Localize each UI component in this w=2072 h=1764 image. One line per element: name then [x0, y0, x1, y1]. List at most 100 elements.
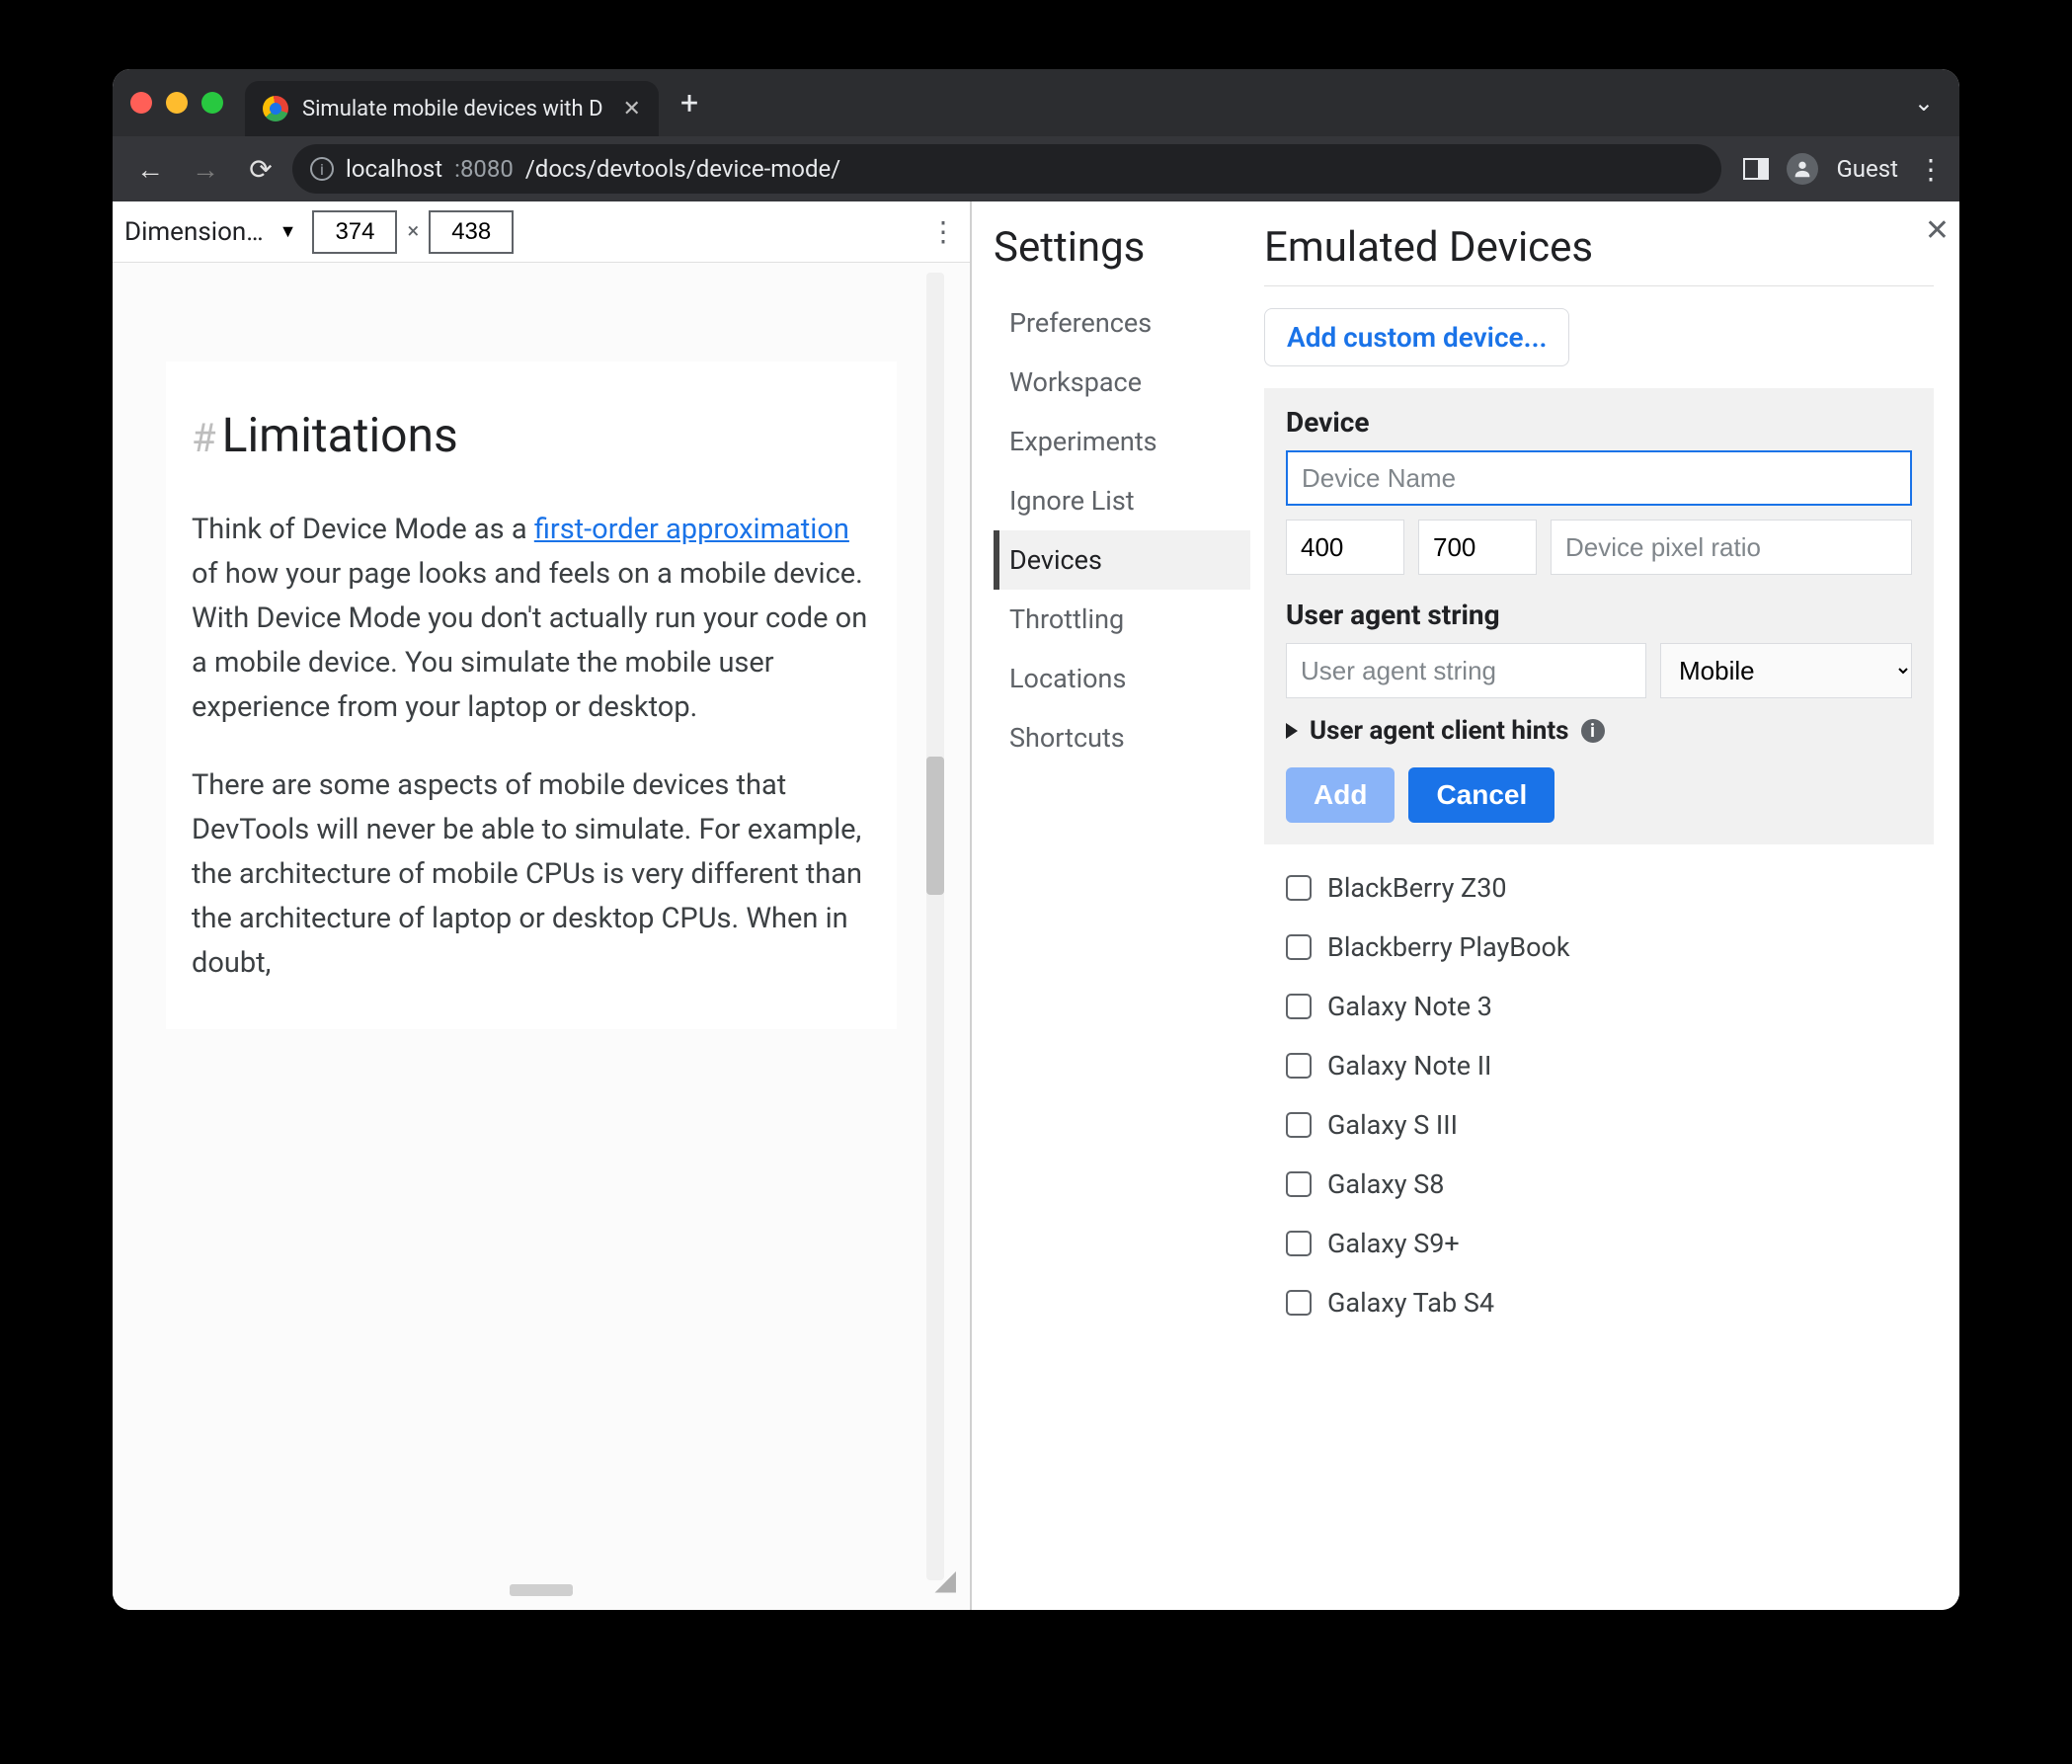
dimensions-label: Dimension…: [124, 217, 264, 247]
height-input[interactable]: [429, 210, 514, 254]
device-list-item[interactable]: Galaxy Note II: [1286, 1036, 1912, 1095]
device-list-item[interactable]: Galaxy S8: [1286, 1155, 1912, 1214]
new-tab-button[interactable]: +: [680, 87, 698, 119]
checkbox-icon[interactable]: [1286, 1112, 1312, 1138]
device-list-item[interactable]: Galaxy S III: [1286, 1095, 1912, 1155]
reload-button[interactable]: ⟳: [237, 145, 284, 193]
profile-avatar-icon[interactable]: [1787, 153, 1818, 185]
device-list: BlackBerry Z30 Blackberry PlayBook Galaxy …: [1264, 844, 1934, 1346]
url-path: /docs/devtools/device-mode/: [525, 155, 840, 183]
device-list-item-label: BlackBerry Z30: [1327, 872, 1507, 904]
device-list-item-label: Galaxy S III: [1327, 1109, 1458, 1141]
titlebar: Simulate mobile devices with D ✕ + ⌄: [113, 69, 1959, 136]
checkbox-icon[interactable]: [1286, 1171, 1312, 1197]
anchor-hash-icon: #: [192, 415, 216, 461]
devtools-settings-panel: Settings PreferencesWorkspaceExperiments…: [972, 201, 1959, 1610]
device-width-input[interactable]: [1286, 520, 1404, 575]
checkbox-icon[interactable]: [1286, 934, 1312, 960]
settings-item-locations[interactable]: Locations: [994, 649, 1250, 708]
device-section-label: Device: [1286, 406, 1912, 439]
device-toolbar: Dimension… ▼ × ⋮: [113, 201, 970, 263]
checkbox-icon[interactable]: [1286, 1053, 1312, 1079]
dimensions-separator: ×: [407, 219, 419, 244]
traffic-lights: [130, 92, 223, 114]
close-tab-icon[interactable]: ✕: [623, 97, 641, 121]
add-button[interactable]: Add: [1286, 767, 1395, 823]
checkbox-icon[interactable]: [1286, 875, 1312, 901]
device-height-input[interactable]: [1418, 520, 1537, 575]
tab-title: Simulate mobile devices with D: [302, 97, 603, 121]
settings-item-workspace[interactable]: Workspace: [994, 353, 1250, 412]
dimensions-dropdown-icon[interactable]: ▼: [279, 221, 297, 242]
resize-corner-icon[interactable]: ◢: [934, 1564, 956, 1596]
close-window-icon[interactable]: [130, 92, 152, 114]
cancel-button[interactable]: Cancel: [1408, 767, 1554, 823]
tabs-overflow-icon[interactable]: ⌄: [1914, 89, 1934, 117]
user-agent-type-select[interactable]: Mobile: [1660, 643, 1912, 698]
maximize-window-icon[interactable]: [201, 92, 223, 114]
paragraph: Think of Device Mode as a first-order ap…: [192, 508, 871, 730]
device-list-item-label: Galaxy Note II: [1327, 1050, 1491, 1082]
profile-label: Guest: [1836, 155, 1898, 183]
device-list-item-label: Galaxy S9+: [1327, 1228, 1460, 1259]
back-button[interactable]: ←: [126, 145, 174, 193]
ua-client-hints-label: User agent client hints: [1310, 716, 1569, 746]
chrome-favicon-icon: [263, 96, 288, 121]
settings-item-devices[interactable]: Devices: [994, 530, 1250, 590]
site-info-icon[interactable]: i: [310, 157, 334, 181]
device-list-item-label: Galaxy Note 3: [1327, 991, 1492, 1022]
forward-button[interactable]: →: [182, 145, 229, 193]
device-form: Device User agent string Mobile: [1264, 388, 1934, 844]
device-mode-pane: Dimension… ▼ × ⋮ #Limitations Think of D…: [113, 201, 972, 1610]
checkbox-icon[interactable]: [1286, 994, 1312, 1019]
close-settings-icon[interactable]: ✕: [1925, 213, 1950, 248]
minimize-window-icon[interactable]: [166, 92, 188, 114]
add-custom-device-button[interactable]: Add custom device...: [1264, 308, 1569, 366]
device-list-item-label: Galaxy Tab S4: [1327, 1287, 1494, 1319]
checkbox-icon[interactable]: [1286, 1231, 1312, 1256]
page-content: #Limitations Think of Device Mode as a f…: [166, 361, 897, 1029]
settings-item-experiments[interactable]: Experiments: [994, 412, 1250, 471]
device-list-item[interactable]: Galaxy S9+: [1286, 1214, 1912, 1273]
device-toolbar-menu-icon[interactable]: ⋮: [928, 215, 958, 248]
device-list-item-label: Galaxy S8: [1327, 1168, 1444, 1200]
device-list-item-label: Blackberry PlayBook: [1327, 931, 1570, 963]
url-port: :8080: [454, 155, 514, 183]
viewport-scrollbar[interactable]: [926, 273, 944, 1580]
resize-handle-icon[interactable]: [510, 1584, 573, 1592]
user-agent-input[interactable]: [1286, 643, 1646, 698]
settings-title: Settings: [994, 223, 1250, 272]
browser-menu-icon[interactable]: ⋮: [1916, 153, 1946, 186]
omnibox[interactable]: i localhost :8080/docs/devtools/device-mo…: [292, 144, 1721, 194]
checkbox-icon[interactable]: [1286, 1290, 1312, 1316]
paragraph: There are some aspects of mobile devices…: [192, 763, 871, 986]
expand-arrow-icon: [1286, 723, 1298, 739]
device-list-item[interactable]: Blackberry PlayBook: [1286, 918, 1912, 977]
device-name-input[interactable]: [1286, 450, 1912, 506]
device-list-item[interactable]: Galaxy Note 3: [1286, 977, 1912, 1036]
settings-item-throttling[interactable]: Throttling: [994, 590, 1250, 649]
emulated-devices-title: Emulated Devices: [1264, 223, 1934, 286]
settings-item-shortcuts[interactable]: Shortcuts: [994, 708, 1250, 767]
browser-window: Simulate mobile devices with D ✕ + ⌄ ← →…: [113, 69, 1959, 1610]
device-pixel-ratio-input[interactable]: [1551, 520, 1912, 575]
page-heading: #Limitations: [192, 399, 871, 472]
browser-tab[interactable]: Simulate mobile devices with D ✕: [245, 81, 659, 136]
settings-sidebar: Settings PreferencesWorkspaceExperiments…: [972, 201, 1250, 1610]
content-area: Dimension… ▼ × ⋮ #Limitations Think of D…: [113, 201, 1959, 1610]
settings-main: ✕ Emulated Devices Add custom device... …: [1250, 201, 1959, 1610]
side-panel-icon[interactable]: [1743, 158, 1769, 180]
address-bar: ← → ⟳ i localhost :8080/docs/devtools/dev…: [113, 136, 1959, 201]
viewport-scrollbar-thumb[interactable]: [926, 757, 944, 895]
user-agent-section-label: User agent string: [1286, 599, 1912, 631]
settings-item-ignore-list[interactable]: Ignore List: [994, 471, 1250, 530]
first-order-approximation-link[interactable]: first-order approximation: [534, 513, 849, 546]
url-host: localhost: [346, 155, 442, 183]
viewport: #Limitations Think of Device Mode as a f…: [113, 263, 970, 1610]
device-list-item[interactable]: BlackBerry Z30: [1286, 858, 1912, 918]
device-list-item[interactable]: Galaxy Tab S4: [1286, 1273, 1912, 1332]
info-icon[interactable]: i: [1581, 719, 1605, 743]
width-input[interactable]: [312, 210, 397, 254]
ua-client-hints-toggle[interactable]: User agent client hints i: [1286, 716, 1912, 746]
settings-item-preferences[interactable]: Preferences: [994, 293, 1250, 353]
